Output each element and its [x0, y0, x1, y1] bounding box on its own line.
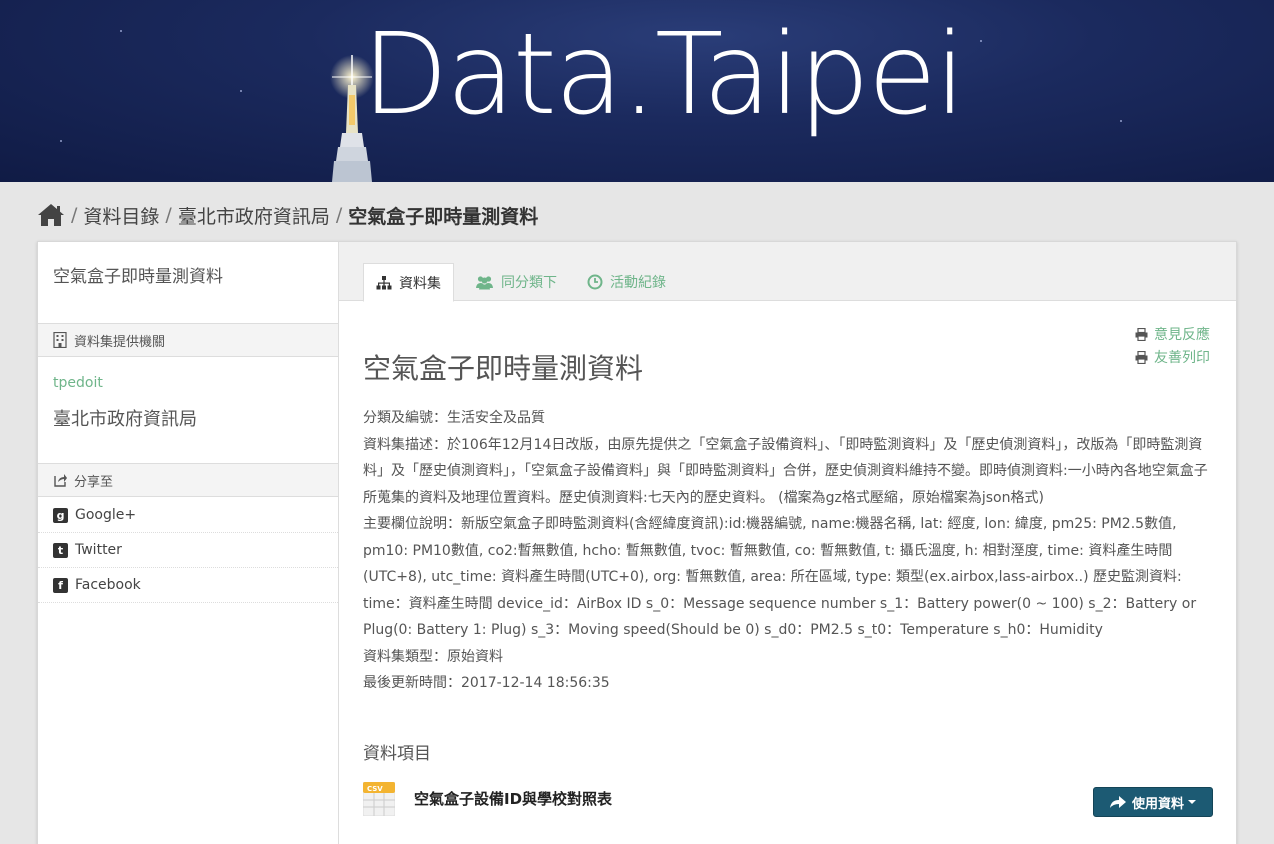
content-area: 資料集 同分類下 活動紀錄 意見反應 友善列印 空氣盒子即時量測資料 分類及編號… — [339, 242, 1236, 844]
share-section-header: 分享至 — [38, 463, 338, 497]
dataset-metadata: 分類及編號：生活安全及品質 資料集描述：於106年12月14日改版，由原先提供之… — [363, 405, 1213, 697]
print-label: 友善列印 — [1154, 350, 1210, 366]
banner-star — [1120, 120, 1122, 122]
tab-label: 活動紀錄 — [610, 275, 666, 291]
share-label: Twitter — [75, 542, 122, 558]
dataset-type: 資料集類型：原始資料 — [363, 648, 503, 665]
dataset-description: 資料集描述：於106年12月14日改版，由原先提供之「空氣盒子設備資料」、「即時… — [363, 436, 1208, 506]
tab-label: 資料集 — [399, 275, 441, 292]
building-icon — [53, 332, 67, 348]
banner-star — [980, 40, 982, 42]
google-plus-icon: g — [53, 507, 68, 523]
resources-heading: 資料項目 — [363, 744, 431, 764]
dataset-updated: 最後更新時間：2017-12-14 18:56:35 — [363, 675, 610, 691]
share-twitter[interactable]: t Twitter — [38, 533, 338, 568]
chevron-down-icon — [1188, 800, 1196, 804]
tab-bar: 資料集 同分類下 活動紀錄 — [339, 242, 1236, 302]
share-google-plus[interactable]: g Google+ — [38, 498, 338, 533]
breadcrumb-separator: / — [71, 204, 78, 226]
main-panel: 空氣盒子即時量測資料 資料集提供機關 tpedoit 臺北市政府資訊局 分享至 … — [37, 241, 1237, 844]
feedback-label: 意見反應 — [1154, 327, 1210, 343]
site-title[interactable]: Data.Taipei — [362, 8, 966, 142]
banner-star — [120, 30, 122, 32]
provider-heading: 資料集提供機關 — [74, 334, 166, 350]
breadcrumb-separator: / — [165, 204, 172, 226]
breadcrumb-item-catalog[interactable]: 資料目錄 — [83, 202, 159, 229]
share-label: Facebook — [75, 577, 141, 593]
home-icon[interactable] — [37, 203, 65, 227]
share-label: Google+ — [75, 507, 137, 523]
provider-id-link[interactable]: tpedoit — [53, 375, 103, 391]
use-data-label: 使用資料 — [1131, 796, 1184, 812]
clock-icon — [587, 274, 603, 290]
dataset-fields: 主要欄位說明：新版空氣盒子即時監測資料(含經緯度資訊):id:機器編號, nam… — [363, 516, 1197, 638]
share-icon — [54, 474, 67, 487]
breadcrumb-separator: / — [335, 204, 343, 226]
banner-star — [60, 140, 62, 142]
tab-dataset[interactable]: 資料集 — [363, 263, 454, 302]
sidebar-dataset-title: 空氣盒子即時量測資料 — [53, 267, 223, 287]
twitter-icon: t — [53, 542, 68, 558]
resource-item: CSV 空氣盒子設備ID與學校對照表 使用資料 — [363, 780, 1213, 820]
tab-same-category[interactable]: 同分類下 — [463, 263, 569, 301]
group-icon — [476, 276, 493, 290]
use-data-button[interactable]: 使用資料 — [1093, 787, 1213, 817]
site-banner: Data.Taipei — [0, 0, 1274, 182]
csv-icon-label: CSV — [367, 785, 383, 793]
resource-name[interactable]: 空氣盒子設備ID與學校對照表 — [414, 788, 612, 809]
breadcrumb: / 資料目錄 / 臺北市政府資訊局 / 空氣盒子即時量測資料 — [37, 200, 538, 230]
share-facebook[interactable]: f Facebook — [38, 568, 338, 603]
sidebar: 空氣盒子即時量測資料 資料集提供機關 tpedoit 臺北市政府資訊局 分享至 … — [38, 242, 339, 844]
tab-activity[interactable]: 活動紀錄 — [575, 263, 678, 301]
facebook-icon: f — [53, 577, 68, 593]
share-arrow-icon — [1109, 796, 1126, 808]
breadcrumb-item-org[interactable]: 臺北市政府資訊局 — [178, 202, 330, 229]
print-link[interactable]: 友善列印 — [1135, 347, 1210, 367]
provider-section-header: 資料集提供機關 — [38, 323, 338, 357]
breadcrumb-current: 空氣盒子即時量測資料 — [348, 205, 539, 228]
feedback-link[interactable]: 意見反應 — [1135, 324, 1210, 344]
tab-label: 同分類下 — [501, 275, 557, 291]
sitemap-icon — [376, 275, 392, 289]
dataset-category: 分類及編號：生活安全及品質 — [363, 410, 545, 426]
csv-file-icon: CSV — [363, 782, 395, 816]
share-heading: 分享至 — [74, 474, 114, 490]
dataset-title: 空氣盒子即時量測資料 — [363, 352, 644, 385]
provider-name: 臺北市政府資訊局 — [53, 409, 197, 430]
banner-star — [240, 90, 242, 92]
printer-icon — [1135, 350, 1148, 364]
printer-icon — [1135, 327, 1148, 341]
